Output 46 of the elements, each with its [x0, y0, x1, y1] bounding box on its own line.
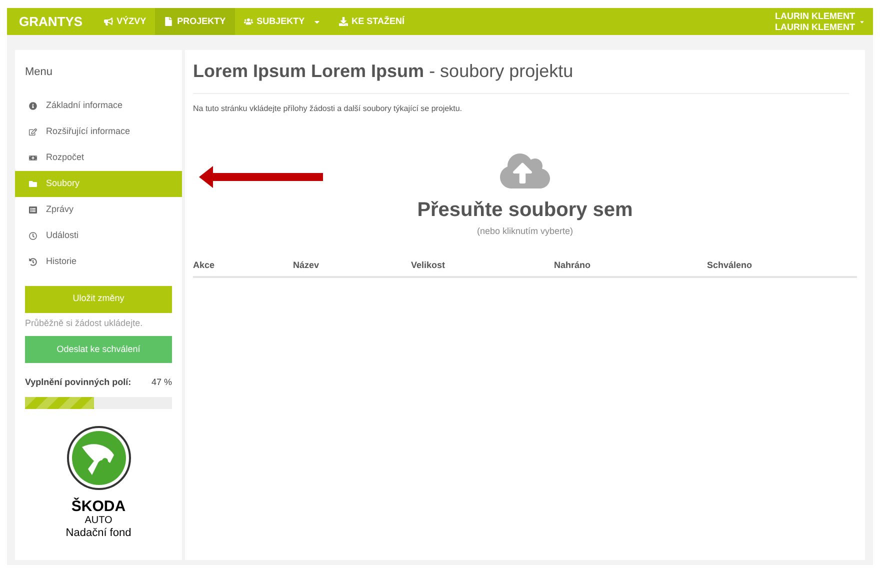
info-icon	[29, 102, 37, 110]
nav-tab[interactable]: KE STAŽENÍ	[330, 8, 414, 35]
column-header: Název	[293, 258, 320, 272]
logo-organization: Nadační fond	[66, 527, 132, 540]
page-title: Lorem Ipsum Lorem Ipsum - soubory projektu	[193, 58, 849, 94]
submit-button[interactable]: Odeslat ke schválení	[25, 336, 172, 363]
menu-title: Menu	[24, 65, 54, 80]
user-name[interactable]: LAURIN KLEMENT	[775, 10, 855, 22]
download-icon	[338, 17, 348, 26]
dropzone-title: Přesuňte soubory sem	[417, 198, 633, 223]
money-icon	[29, 154, 37, 162]
menu-item[interactable]: Rozpočet	[15, 144, 182, 170]
save-hint: Průběžně si žádost ukládejte.	[24, 316, 144, 330]
menu-item[interactable]: Historie	[15, 248, 182, 274]
column-header: Nahráno	[554, 258, 592, 272]
logo-brand: ŠKODA	[71, 499, 126, 515]
menu-item[interactable]: Soubory	[15, 170, 182, 196]
nav-tab[interactable]: SUBJEKTY	[234, 8, 330, 35]
brand-name: GRANTYS	[18, 12, 84, 31]
column-header: Akce	[193, 258, 216, 272]
progress-label: Vyplnění povinných polí:	[25, 376, 132, 389]
nav-tab[interactable]: VÝZVY	[94, 8, 156, 35]
folder-icon	[29, 180, 37, 188]
progress-reading: 47 %	[151, 376, 172, 389]
clock-icon	[29, 232, 37, 240]
list-icon	[29, 206, 37, 214]
menu-item[interactable]: Události	[15, 222, 182, 248]
history-icon	[29, 258, 37, 266]
megaphone-icon	[104, 17, 113, 26]
column-header: Schváleno	[707, 258, 754, 272]
save-button[interactable]: Uložit změny	[25, 286, 172, 312]
menu-item[interactable]: Rozšiřující informace	[15, 118, 182, 144]
cloud-upload-icon	[499, 151, 551, 191]
caret-icon	[859, 18, 865, 24]
nav-tab[interactable]: PROJEKTY	[155, 8, 235, 35]
user-name[interactable]: LAURIN KLEMENT	[775, 22, 855, 32]
dropzone-hint: (nebo kliknutím vyberte)	[476, 225, 574, 238]
users-icon	[244, 17, 253, 26]
edit-icon	[29, 128, 37, 136]
file-icon	[164, 17, 174, 26]
intro-text: Na tuto stránku vkládejte přílohy žádosti a další soubory týkající se projektu.	[193, 103, 464, 115]
logo-subtitle: AUTO	[84, 515, 112, 527]
menu-item[interactable]: Základní informace	[15, 92, 182, 118]
column-header: Velikost	[411, 258, 446, 272]
dropzone[interactable]: Přesuňte soubory sem (nebo kliknutím vyberte)	[193, 151, 857, 238]
menu-item[interactable]: Zprávy	[15, 196, 182, 222]
